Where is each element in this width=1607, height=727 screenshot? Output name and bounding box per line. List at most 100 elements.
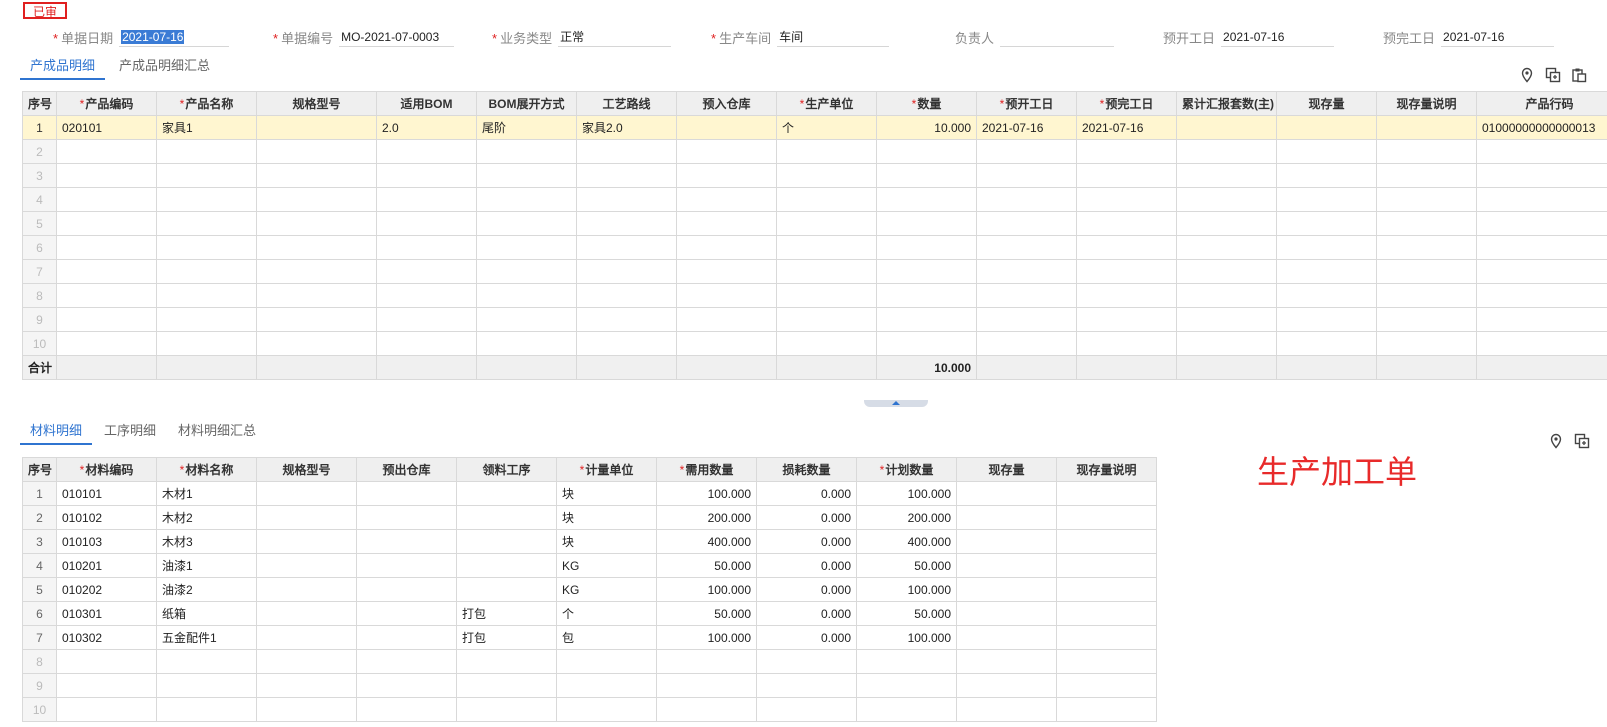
table-cell[interactable]: 五金配件1 xyxy=(156,625,257,650)
table-cell[interactable] xyxy=(876,259,977,284)
table-cell[interactable] xyxy=(876,283,977,308)
table-cell[interactable]: 尾阶 xyxy=(476,115,577,140)
table-cell[interactable] xyxy=(456,553,557,578)
table-cell[interactable] xyxy=(576,235,677,260)
column-header[interactable]: 预入仓库 xyxy=(676,91,777,116)
table-cell[interactable] xyxy=(756,673,857,698)
table-row[interactable]: 3 010103 木材3 块 400.000 0.000 400.000 xyxy=(22,529,1157,554)
table-cell[interactable] xyxy=(876,163,977,188)
table-cell[interactable] xyxy=(976,139,1077,164)
column-header[interactable]: BOM展开方式 xyxy=(476,91,577,116)
table-cell[interactable] xyxy=(56,307,157,332)
table-row[interactable]: 5 010202 油漆2 KG 100.000 0.000 100.000 xyxy=(22,577,1157,602)
table-cell[interactable] xyxy=(1476,163,1607,188)
table-cell[interactable] xyxy=(476,259,577,284)
table-cell[interactable] xyxy=(956,553,1057,578)
table-cell[interactable] xyxy=(1276,235,1377,260)
column-header[interactable]: *计划数量 xyxy=(856,457,957,482)
table-cell[interactable]: 个 xyxy=(776,115,877,140)
table-cell[interactable] xyxy=(256,601,357,626)
table-cell[interactable] xyxy=(976,163,1077,188)
table-cell[interactable] xyxy=(956,481,1057,506)
planned-finish-input[interactable]: 2021-07-16 xyxy=(1441,27,1555,47)
table-cell[interactable]: 0.000 xyxy=(756,553,857,578)
table-cell[interactable]: 打包 xyxy=(456,625,557,650)
column-header[interactable]: *生产单位 xyxy=(776,91,877,116)
paste-row-icon[interactable] xyxy=(1571,67,1587,83)
table-cell[interactable] xyxy=(676,163,777,188)
table-cell[interactable] xyxy=(856,673,957,698)
table-cell[interactable] xyxy=(1276,307,1377,332)
table-cell[interactable] xyxy=(876,235,977,260)
column-header[interactable]: *产品编码 xyxy=(56,91,157,116)
table-cell[interactable]: 包 xyxy=(556,625,657,650)
table-row[interactable]: 6 xyxy=(22,235,1607,260)
column-header[interactable]: 累计汇报套数(主) xyxy=(1176,91,1277,116)
column-header[interactable]: 工艺路线 xyxy=(576,91,677,116)
table-cell[interactable] xyxy=(256,331,377,356)
column-header[interactable]: 领料工序 xyxy=(456,457,557,482)
table-cell[interactable]: 油漆2 xyxy=(156,577,257,602)
table-cell[interactable] xyxy=(1176,115,1277,140)
table-cell[interactable]: 2021-07-16 xyxy=(976,115,1077,140)
table-cell[interactable] xyxy=(56,211,157,236)
column-header[interactable]: *材料编码 xyxy=(56,457,157,482)
table-cell[interactable]: 块 xyxy=(556,529,657,554)
table-cell[interactable] xyxy=(1476,235,1607,260)
copy-row-icon[interactable] xyxy=(1545,67,1561,83)
table-cell[interactable] xyxy=(1076,307,1177,332)
table-cell[interactable] xyxy=(256,481,357,506)
table-cell[interactable] xyxy=(1376,259,1477,284)
table-cell[interactable] xyxy=(1176,235,1277,260)
table-cell[interactable] xyxy=(1376,163,1477,188)
table-cell[interactable]: 0.000 xyxy=(756,625,857,650)
table-cell[interactable] xyxy=(256,529,357,554)
tab-material-detail[interactable]: 材料明细 xyxy=(20,420,93,445)
table-cell[interactable] xyxy=(1476,139,1607,164)
table-cell[interactable] xyxy=(676,259,777,284)
column-header[interactable]: 损耗数量 xyxy=(756,457,857,482)
table-cell[interactable] xyxy=(1276,211,1377,236)
table-cell[interactable] xyxy=(156,331,257,356)
table-cell[interactable] xyxy=(776,259,877,284)
table-cell[interactable] xyxy=(476,331,577,356)
table-cell[interactable]: 2.0 xyxy=(376,115,477,140)
table-cell[interactable] xyxy=(876,331,977,356)
table-row[interactable]: 6 010301 纸箱 打包个 50.000 0.000 50.000 xyxy=(22,601,1157,626)
table-cell[interactable] xyxy=(356,553,457,578)
table-cell[interactable] xyxy=(776,283,877,308)
table-cell[interactable] xyxy=(256,505,357,530)
table-cell[interactable]: 100.000 xyxy=(856,481,957,506)
table-cell[interactable]: 200.000 xyxy=(656,505,757,530)
table-cell[interactable] xyxy=(1056,577,1157,602)
table-cell[interactable] xyxy=(976,259,1077,284)
table-cell[interactable] xyxy=(376,331,477,356)
table-cell[interactable] xyxy=(1476,283,1607,308)
table-cell[interactable] xyxy=(376,283,477,308)
table-cell[interactable] xyxy=(676,115,777,140)
table-cell[interactable]: 纸箱 xyxy=(156,601,257,626)
table-row[interactable]: 2 xyxy=(22,139,1607,164)
column-header[interactable]: 规格型号 xyxy=(256,91,377,116)
table-row[interactable]: 2 010102 木材2 块 200.000 0.000 200.000 xyxy=(22,505,1157,530)
table-cell[interactable] xyxy=(456,481,557,506)
table-cell[interactable] xyxy=(476,187,577,212)
table-cell[interactable]: 0.000 xyxy=(756,505,857,530)
table-cell[interactable] xyxy=(56,673,157,698)
table-cell[interactable] xyxy=(256,187,377,212)
table-cell[interactable] xyxy=(56,259,157,284)
table-cell[interactable]: 50.000 xyxy=(856,601,957,626)
business-type-select[interactable]: 正常 xyxy=(558,27,672,47)
table-cell[interactable]: 0.000 xyxy=(756,577,857,602)
table-cell[interactable] xyxy=(1276,283,1377,308)
table-cell[interactable] xyxy=(1376,187,1477,212)
table-row[interactable]: 10 xyxy=(22,697,1157,722)
column-header[interactable]: 预出仓库 xyxy=(356,457,457,482)
table-cell[interactable] xyxy=(356,601,457,626)
table-cell[interactable] xyxy=(676,139,777,164)
table-cell[interactable] xyxy=(1076,283,1177,308)
column-header[interactable]: 现存量说明 xyxy=(1376,91,1477,116)
table-cell[interactable] xyxy=(376,187,477,212)
table-cell[interactable] xyxy=(476,211,577,236)
table-cell[interactable] xyxy=(256,673,357,698)
